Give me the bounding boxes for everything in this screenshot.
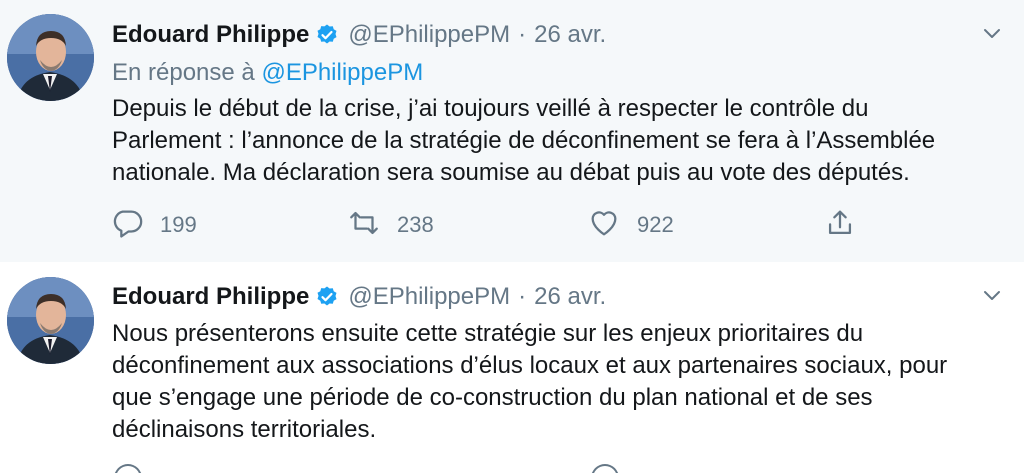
reply-icon[interactable] (114, 464, 142, 473)
tweet[interactable]: Edouard Philippe @EPhilippePM · 26 avr. … (0, 262, 1024, 473)
tweet[interactable]: Edouard Philippe @EPhilippePM · 26 avr. … (0, 0, 1024, 262)
tweet-text-line: que s’engage une période de co-construct… (112, 384, 873, 411)
author-name[interactable]: Edouard Philippe (112, 21, 309, 49)
tweet-actions: 199 238 922 (110, 208, 870, 242)
author-handle[interactable]: @EPhilippePM (348, 21, 510, 49)
reply-context: En réponse à @EPhilippePM (112, 59, 423, 87)
reply-prefix: En réponse à (112, 59, 255, 86)
reply-icon (110, 206, 144, 245)
retweet-count: 238 (397, 212, 434, 237)
like-button[interactable]: 922 (587, 208, 674, 242)
verified-badge-icon (315, 23, 339, 47)
tweet-actions-partial (110, 464, 870, 473)
share-icon (823, 206, 857, 245)
reply-count: 199 (160, 212, 197, 237)
tweet-date[interactable]: 26 avr. (534, 21, 606, 49)
chevron-down-icon[interactable] (980, 22, 1004, 46)
tweet-text-line: Depuis le début de la crise, j’ai toujou… (112, 95, 869, 122)
reply-button[interactable]: 199 (110, 208, 197, 242)
author-name[interactable]: Edouard Philippe (112, 283, 309, 311)
like-count: 922 (637, 212, 674, 237)
tweet-text-line: Nous présenterons ensuite cette stratégi… (112, 320, 864, 347)
share-button[interactable] (823, 208, 857, 242)
tweet-text: Nous présenterons ensuite cette stratégi… (112, 318, 1012, 446)
verified-badge-icon (315, 285, 339, 309)
tweet-text-line: Parlement : l’annonce de la stratégie de… (112, 127, 936, 154)
reply-mention-link[interactable]: @EPhilippePM (261, 59, 423, 86)
header-separator: · (518, 21, 527, 48)
tweet-date[interactable]: 26 avr. (534, 283, 606, 311)
retweet-button[interactable]: 238 (347, 208, 434, 242)
retweet-icon (347, 206, 381, 245)
heart-icon (587, 206, 621, 245)
chevron-down-icon[interactable] (980, 284, 1004, 308)
tweet-text-line: déclinaisons territoriales. (112, 416, 377, 443)
author-handle[interactable]: @EPhilippePM (348, 283, 510, 311)
header-separator: · (518, 283, 527, 310)
tweet-text-line: nationale. Ma déclaration sera soumise a… (112, 159, 910, 186)
heart-icon[interactable] (591, 464, 619, 473)
tweet-text-line: déconfinement aux associations d’élus lo… (112, 352, 948, 379)
tweet-text: Depuis le début de la crise, j’ai toujou… (112, 93, 1012, 189)
avatar[interactable] (7, 277, 94, 364)
avatar[interactable] (7, 14, 94, 101)
